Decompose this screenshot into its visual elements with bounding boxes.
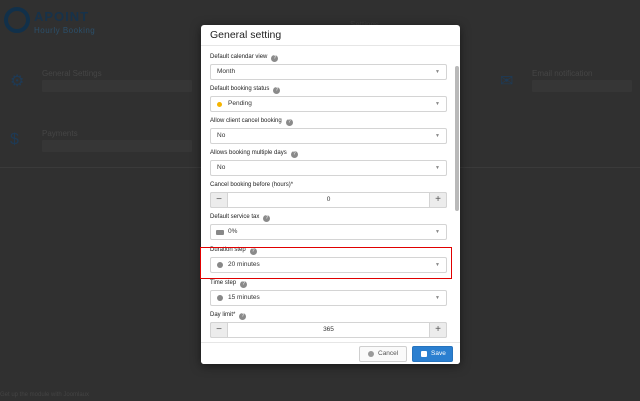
- select-value: No: [217, 164, 226, 171]
- save-label: Save: [431, 350, 446, 357]
- chevron-down-icon: ▼: [435, 295, 440, 301]
- increment-button[interactable]: +: [429, 192, 447, 208]
- envelope-icon: ✉: [500, 73, 514, 90]
- money-icon: [216, 230, 224, 235]
- allow-multiple-days-select[interactable]: No ▼: [210, 160, 447, 176]
- select-value: Month: [217, 68, 236, 75]
- settings-card-description: [42, 80, 192, 92]
- logo-tagline: Hourly Booking: [34, 26, 96, 35]
- time-step-select[interactable]: 15 minutes ▼: [210, 290, 447, 306]
- default-service-tax-select[interactable]: 0% ▼: [210, 224, 447, 240]
- stepper-value[interactable]: 0: [229, 196, 428, 203]
- allow-client-cancel-select[interactable]: No ▼: [210, 128, 447, 144]
- field-label: Allow client cancel booking?: [210, 118, 293, 126]
- logo: APOINT Hourly Booking: [4, 7, 104, 41]
- highlight-box: [200, 247, 452, 279]
- select-value: 15 minutes: [228, 294, 260, 301]
- dollar-icon: $: [10, 131, 19, 148]
- footer-text: Get up the module with Joomlaux: [0, 392, 90, 398]
- modal-header: General setting: [201, 25, 460, 46]
- settings-card-title: Payments: [42, 129, 78, 138]
- general-setting-modal: General setting Default calendar view? M…: [201, 25, 460, 364]
- select-value: Pending: [228, 100, 252, 107]
- chevron-down-icon: ▼: [435, 69, 440, 75]
- cancel-icon: [368, 351, 374, 357]
- settings-card-general[interactable]: ⚙ General Settings: [10, 69, 200, 109]
- help-icon[interactable]: ?: [290, 151, 298, 158]
- settings-card-title: General Settings: [42, 69, 102, 78]
- default-calendar-view-select[interactable]: Month ▼: [210, 64, 447, 80]
- decrement-button[interactable]: −: [210, 322, 228, 338]
- status-dot-icon: [217, 102, 222, 107]
- cancel-label: Cancel: [378, 350, 399, 357]
- clock-icon: [217, 295, 223, 301]
- field-label: Default booking status?: [210, 86, 281, 94]
- help-icon[interactable]: ?: [239, 313, 247, 320]
- chevron-down-icon: ▼: [435, 101, 440, 107]
- field-label: Cancel booking before (hours)*: [210, 182, 294, 188]
- settings-card-description: [532, 80, 632, 92]
- modal-footer: Cancel Save: [201, 342, 460, 364]
- logo-mark-icon: [4, 7, 30, 33]
- help-icon[interactable]: ?: [263, 215, 271, 222]
- help-icon[interactable]: ?: [271, 55, 279, 62]
- field-label: Default service tax?: [210, 214, 271, 222]
- modal-body: Default calendar view? Month ▼ Default b…: [201, 46, 460, 364]
- cancel-button[interactable]: Cancel: [359, 346, 407, 362]
- modal-title: General setting: [210, 29, 282, 41]
- decrement-button[interactable]: −: [210, 192, 228, 208]
- field-label: Day limit*?: [210, 312, 247, 320]
- settings-card-email[interactable]: ✉ Email notification: [500, 69, 640, 109]
- help-icon[interactable]: ?: [285, 119, 293, 126]
- settings-card-description: [42, 140, 192, 152]
- cancel-before-hours-stepper: − 0 +: [210, 192, 447, 208]
- increment-button[interactable]: +: [429, 322, 447, 338]
- stepper-value[interactable]: 365: [229, 326, 428, 333]
- day-limit-stepper: − 365 +: [210, 322, 447, 338]
- logo-name: APOINT: [34, 9, 90, 24]
- chevron-down-icon: ▼: [435, 133, 440, 139]
- field-label: Default calendar view?: [210, 54, 279, 62]
- help-icon[interactable]: ?: [273, 87, 281, 94]
- help-icon[interactable]: ?: [240, 281, 248, 288]
- select-value: No: [217, 132, 226, 139]
- save-button[interactable]: Save: [412, 346, 453, 362]
- settings-card-payments[interactable]: $ Payments: [10, 129, 200, 169]
- default-booking-status-select[interactable]: Pending ▼: [210, 96, 447, 112]
- field-label: Allows booking multiple days?: [210, 150, 298, 158]
- gears-icon: ⚙: [10, 73, 25, 90]
- chevron-down-icon: ▼: [435, 229, 440, 235]
- chevron-down-icon: ▼: [435, 165, 440, 171]
- field-label: Time step?: [210, 280, 248, 288]
- scrollbar[interactable]: [455, 66, 459, 211]
- settings-card-title: Email notification: [532, 69, 593, 78]
- select-value: 0%: [228, 228, 238, 235]
- save-icon: [421, 351, 427, 357]
